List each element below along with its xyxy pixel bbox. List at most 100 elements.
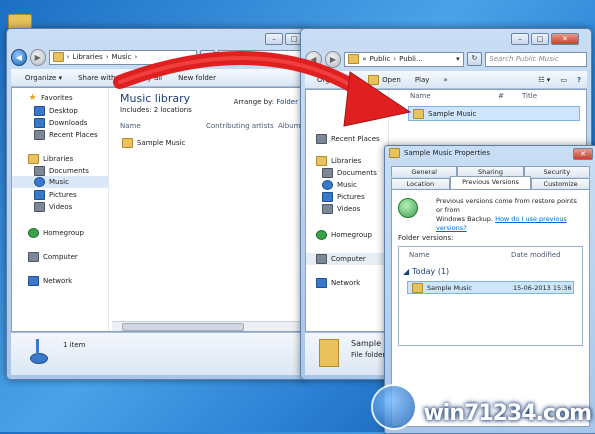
sidebar-item-documents[interactable]: Documents: [34, 166, 89, 176]
views-icon[interactable]: ☷ ▾: [538, 76, 550, 84]
folder-icon: [52, 52, 64, 62]
sidebar-item-homegroup[interactable]: Homegroup: [28, 228, 84, 238]
back-button[interactable]: ◀: [305, 50, 322, 68]
column-header-date[interactable]: Date modified: [511, 251, 561, 259]
breadcrumb-music[interactable]: Music: [112, 53, 132, 61]
breadcrumb-public-music[interactable]: Publi...: [399, 55, 423, 63]
breadcrumb-public[interactable]: Public: [370, 55, 391, 63]
sidebar-item-videos[interactable]: Videos: [34, 202, 72, 212]
properties-dialog[interactable]: Sample Music Properties ✕ General Sharin…: [384, 145, 595, 434]
sidebar-item-recent-places[interactable]: Recent Places: [34, 130, 98, 140]
sidebar-item-computer[interactable]: Computer: [306, 253, 388, 265]
folder-versions-label: Folder versions:: [398, 234, 454, 242]
organize-button[interactable]: Organize ▾: [317, 76, 354, 84]
refresh-button[interactable]: ↻: [466, 52, 483, 66]
new-folder-button[interactable]: New folder: [178, 74, 216, 82]
sidebar-item-desktop[interactable]: Desktop: [34, 106, 78, 116]
help-icon[interactable]: ?: [577, 76, 581, 84]
chevron-down-icon[interactable]: ▾: [456, 55, 460, 63]
column-header-title[interactable]: Title: [522, 92, 537, 100]
address-bar[interactable]: › Libraries › Music › ▾: [48, 49, 197, 65]
versions-list: Name Date modified ◢ Today (1) Sample Mus…: [398, 246, 583, 346]
breadcrumb-libraries[interactable]: Libraries: [72, 53, 102, 61]
forward-button[interactable]: ▶: [29, 48, 46, 66]
share-with-button[interactable]: Share with ▾: [78, 74, 121, 82]
homegroup-icon: [316, 230, 327, 240]
music-note-icon: [322, 180, 333, 190]
sidebar-item-videos[interactable]: Videos: [322, 204, 360, 214]
music-library-icon: [27, 339, 49, 365]
sidebar-item-pictures[interactable]: Pictures: [34, 190, 77, 200]
window1-content: ★ Favorites Desktop Downloads Recent Plac…: [11, 87, 303, 332]
chevron-down-icon[interactable]: ▾: [189, 53, 193, 61]
tab-customize[interactable]: Customize: [531, 178, 590, 189]
column-header-album[interactable]: Album: [278, 122, 300, 130]
sidebar-item-libraries[interactable]: Libraries: [316, 156, 361, 166]
refresh-button[interactable]: ↻: [199, 50, 215, 64]
info-text: Previous versions come from restore poin…: [436, 197, 577, 232]
tab-security[interactable]: Security: [523, 166, 590, 177]
column-header-artists[interactable]: Contributing artists: [206, 122, 278, 130]
sidebar-item-pictures[interactable]: Pictures: [322, 192, 365, 202]
forward-button[interactable]: ▶: [324, 50, 342, 68]
previous-versions-panel: Previous versions come from restore poin…: [391, 189, 590, 427]
scrollbar-thumb[interactable]: [122, 323, 244, 331]
sidebar-item-downloads[interactable]: Downloads: [34, 118, 87, 128]
libraries-icon: [316, 156, 327, 166]
window2-toolbar: Organize ▾ Open Play » ☷ ▾ ▭ ?: [305, 71, 587, 89]
horizontal-scrollbar[interactable]: [112, 321, 302, 331]
sidebar-item-homegroup[interactable]: Homegroup: [316, 230, 372, 240]
tab-row-2: Location Previous Versions Customize: [391, 176, 590, 189]
folder-icon: [348, 54, 360, 64]
list-item[interactable]: Sample Music: [122, 138, 185, 148]
sidebar-item-music[interactable]: Music: [12, 176, 108, 188]
back-button[interactable]: ◀: [11, 48, 27, 66]
sidebar-item-computer[interactable]: Computer: [28, 252, 78, 262]
folder-icon: [389, 148, 400, 158]
dialog-close-button[interactable]: ✕: [573, 148, 593, 160]
maximize-button[interactable]: □: [531, 33, 549, 45]
arrange-by-dropdown[interactable]: Folder: [276, 98, 298, 106]
library-includes[interactable]: Includes: 2 locations: [120, 106, 192, 114]
column-header-number[interactable]: #: [498, 92, 522, 100]
search-input[interactable]: Search Music: [217, 49, 304, 65]
sidebar-item-libraries[interactable]: Libraries: [28, 154, 73, 164]
tab-general[interactable]: General: [391, 166, 458, 177]
preview-pane-icon[interactable]: ▭: [560, 76, 567, 84]
sidebar-item-documents[interactable]: Documents: [322, 168, 377, 178]
network-icon: [28, 276, 39, 286]
details-type: File folder: [351, 351, 386, 359]
version-row[interactable]: Sample Music 15-06-2013 15:36: [407, 281, 574, 294]
minimize-button[interactable]: –: [265, 33, 283, 45]
documents-icon: [322, 168, 333, 178]
sidebar-item-favorites[interactable]: ★ Favorites: [28, 94, 72, 103]
minimize-button[interactable]: –: [511, 33, 529, 45]
tab-location[interactable]: Location: [391, 178, 450, 189]
folder-icon: [368, 74, 380, 85]
organize-button[interactable]: Organize ▾: [25, 74, 62, 82]
explorer-window-music-library[interactable]: – □ ◀ ▶ › Libraries › Music › ▾ ↻ Search…: [6, 28, 308, 380]
column-header-name[interactable]: Name: [410, 92, 498, 100]
sidebar-item-recent-places[interactable]: Recent Places: [316, 134, 380, 144]
play-button[interactable]: Play: [415, 76, 430, 84]
window1-nav-bar: ◀ ▶ › Libraries › Music › ▾ ↻ Search Mus…: [11, 47, 304, 67]
list-item-selected[interactable]: Sample Music: [408, 106, 580, 121]
sidebar-item-network[interactable]: Network: [28, 276, 72, 286]
tab-previous-versions[interactable]: Previous Versions: [449, 176, 532, 189]
play-all-button[interactable]: Play all: [137, 74, 162, 82]
version-group-today[interactable]: ◢ Today (1): [403, 267, 449, 276]
open-button[interactable]: Open: [368, 74, 401, 85]
recent-places-icon: [316, 134, 327, 144]
search-input[interactable]: Search Public Music: [485, 51, 587, 67]
libraries-icon: [28, 154, 39, 164]
library-title: Music library: [120, 92, 191, 105]
column-header-name[interactable]: Name: [409, 251, 430, 259]
sidebar-item-music[interactable]: Music: [322, 180, 357, 190]
close-button[interactable]: ✕: [551, 33, 579, 45]
restore-clock-icon: [398, 198, 418, 218]
more-commands-button[interactable]: »: [443, 76, 447, 84]
sidebar-item-network[interactable]: Network: [316, 278, 360, 288]
address-bar[interactable]: « Public › Publi... ▾: [344, 51, 464, 67]
computer-icon: [28, 252, 39, 262]
column-header-name[interactable]: Name: [120, 122, 206, 130]
